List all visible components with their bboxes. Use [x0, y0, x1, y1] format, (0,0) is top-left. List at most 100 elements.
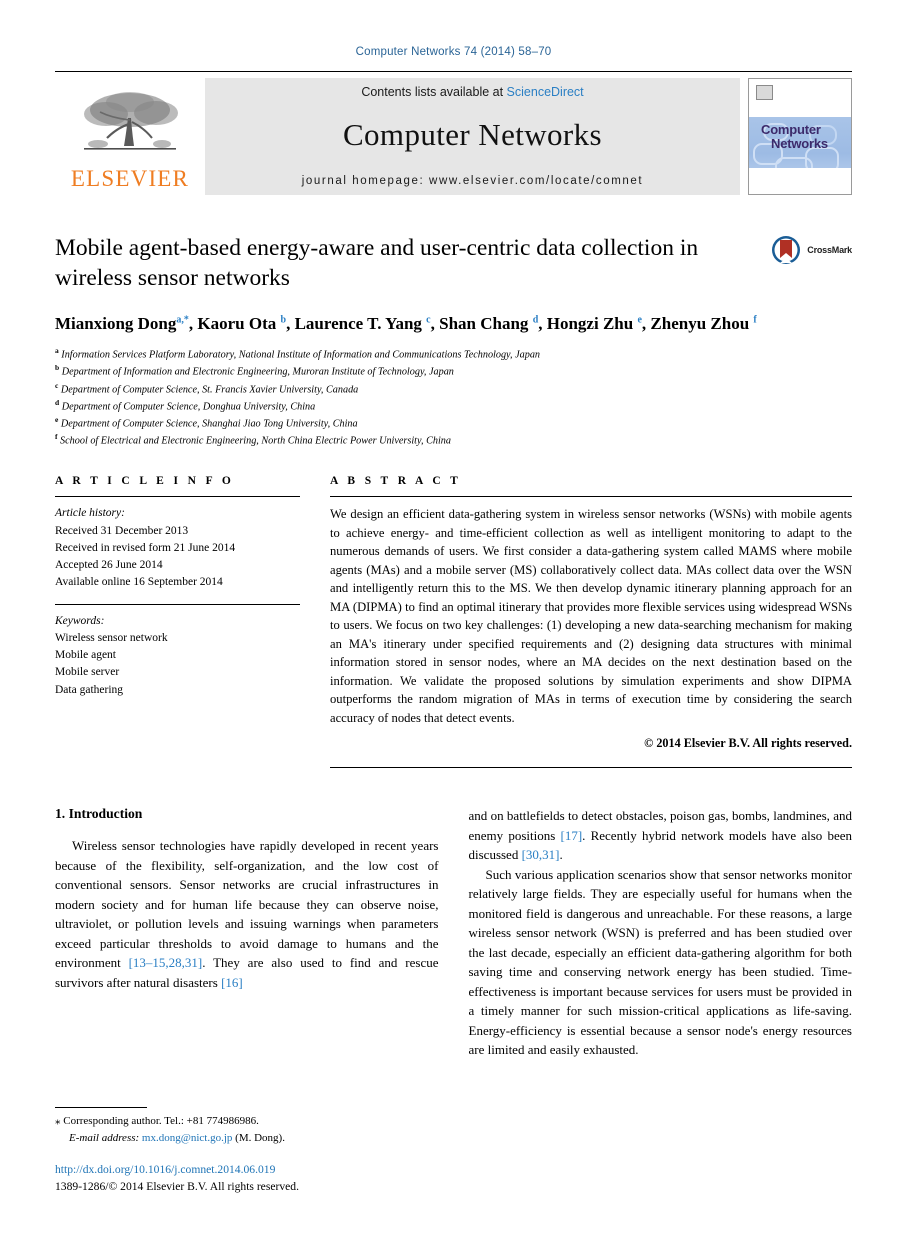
sciencedirect-link[interactable]: ScienceDirect	[507, 85, 584, 99]
cover-title-line1: Computer	[761, 122, 821, 137]
issn-copyright-line: 1389-1286/© 2014 Elsevier B.V. All right…	[55, 1180, 299, 1194]
author-sup: c	[426, 314, 431, 326]
citation-link[interactable]: [13–15,28,31]	[129, 955, 203, 970]
page-title: Mobile agent-based energy-aware and user…	[55, 235, 699, 292]
citation-link[interactable]: [16]	[221, 975, 243, 990]
author-item: Shan Chang d	[439, 314, 538, 333]
affiliation-text: Information Services Platform Laboratory…	[61, 349, 541, 361]
keyword-item: Mobile server	[55, 666, 120, 679]
abstract-body-wrap: We design an efficient data-gathering sy…	[330, 496, 852, 751]
elsevier-wordmark: ELSEVIER	[70, 165, 190, 191]
article-info-heading: A R T I C L E I N F O	[55, 475, 235, 488]
article-history-block: Article history: Received 31 December 20…	[55, 496, 300, 591]
article-history-item: Accepted 26 June 2014	[55, 559, 163, 572]
keyword-item: Wireless sensor network	[55, 631, 168, 644]
abstract-heading: A B S T R A C T	[330, 475, 462, 488]
affiliation-marker: a	[55, 346, 59, 356]
affiliation-item: c Department of Computer Science, St. Fr…	[55, 381, 852, 398]
affiliation-item: d Department of Computer Science, Donghu…	[55, 398, 852, 415]
author-name: Hongzi Zhu	[546, 314, 634, 334]
crossmark-badge[interactable]: CrossMark	[771, 235, 852, 265]
abstract-text: We design an efficient data-gathering sy…	[330, 507, 852, 725]
cover-title-line2: Networks	[771, 135, 828, 151]
affiliation-text: Department of Computer Science, St. Fran…	[60, 383, 359, 395]
author-sup: d	[532, 314, 539, 326]
intro-text-a: Wireless sensor technologies have rapidl…	[55, 838, 439, 971]
body-columns: 1. Introduction Wireless sensor technolo…	[55, 806, 852, 1060]
affiliation-text: Department of Computer Science, Donghua …	[61, 401, 316, 413]
author-name: Kaoru Ota	[197, 314, 277, 334]
email-label: E-mail address:	[69, 1131, 140, 1144]
keywords-block: Keywords: Wireless sensor network Mobile…	[55, 603, 300, 699]
article-history-item: Received in revised form 21 June 2014	[55, 541, 236, 554]
affiliation-text: Department of Information and Electronic…	[61, 366, 454, 378]
affiliation-text: School of Electrical and Electronic Engi…	[60, 435, 451, 447]
intro-paragraph-right-2: Such various application scenarios show …	[468, 866, 853, 1058]
author-list: Mianxiong Donga,*, Kaoru Ota b, Laurence…	[55, 314, 757, 334]
footnote-area: ⁎ Corresponding author. Tel.: +81 774986…	[55, 1107, 427, 1196]
section-title-introduction: 1. Introduction	[55, 806, 143, 822]
intro-paragraph-right-cont: and on battlefields to detect obstacles,…	[469, 806, 853, 865]
running-head: Computer Networks 74 (2014) 58–70	[355, 46, 552, 58]
affiliation-item: a Information Services Platform Laborato…	[55, 346, 852, 363]
author-sup: a,*	[176, 314, 189, 326]
author-name: Laurence T. Yang	[294, 314, 422, 334]
elsevier-tree-icon	[84, 91, 178, 150]
author-name: Shan Chang	[439, 314, 529, 334]
paper-page: Computer Networks 74 (2014) 58–70 ELSEVI…	[0, 0, 907, 1238]
doi-block: http://dx.doi.org/10.1016/j.comnet.2014.…	[55, 1162, 427, 1196]
contents-available-line: Contents lists available at ScienceDirec…	[361, 85, 583, 99]
affiliation-marker: b	[55, 363, 60, 373]
abstract-copyright: © 2014 Elsevier B.V. All rights reserved…	[644, 736, 852, 751]
author-item: Kaoru Ota b	[197, 314, 286, 333]
affiliation-marker: f	[55, 432, 58, 442]
email-suffix: (M. Dong).	[235, 1131, 285, 1144]
affiliation-item: e Department of Computer Science, Shangh…	[55, 415, 852, 432]
keyword-item: Mobile agent	[55, 649, 116, 662]
info-abstract-section: A R T I C L E I N F O Article history: R…	[55, 475, 852, 769]
affiliation-item: b Department of Information and Electron…	[55, 363, 852, 380]
journal-header-band: ELSEVIER Contents lists available at Sci…	[55, 71, 852, 199]
journal-header-center: Contents lists available at ScienceDirec…	[205, 78, 740, 195]
corresponding-text: Corresponding author. Tel.: +81 77498698…	[63, 1115, 259, 1128]
body-column-right: and on battlefields to detect obstacles,…	[469, 806, 853, 1060]
body-column-left: 1. Introduction Wireless sensor technolo…	[55, 806, 439, 1060]
keyword-item: Data gathering	[55, 683, 124, 696]
journal-cover-thumbnail: Computer Networks	[748, 78, 852, 195]
crossmark-label: CrossMark	[807, 245, 852, 255]
keywords-label: Keywords:	[55, 614, 105, 627]
affiliation-marker: d	[55, 397, 60, 407]
article-history-item: Received 31 December 2013	[55, 524, 189, 537]
cover-publisher-mark-icon	[756, 85, 773, 100]
corresponding-author-note: ⁎ Corresponding author. Tel.: +81 774986…	[55, 1113, 427, 1130]
article-history-item: Available online 16 September 2014	[55, 576, 223, 589]
article-info-column: A R T I C L E I N F O Article history: R…	[55, 475, 300, 768]
affiliation-marker: c	[55, 380, 59, 390]
contents-prefix: Contents lists available at	[361, 84, 507, 99]
intro-paragraph-left: Wireless sensor technologies have rapidl…	[55, 836, 439, 992]
author-sup: e	[637, 314, 642, 326]
author-item: Mianxiong Donga,*	[55, 314, 189, 333]
affiliation-marker: e	[55, 414, 59, 424]
corresponding-marker: ⁎	[55, 1115, 61, 1128]
email-note: E-mail address: mx.dong@nict.go.jp (M. D…	[55, 1130, 427, 1147]
intro-text-c: .	[559, 847, 563, 863]
citation-link[interactable]: [30,31]	[522, 847, 560, 862]
journal-homepage-line[interactable]: journal homepage: www.elsevier.com/locat…	[302, 175, 643, 187]
email-link[interactable]: mx.dong@nict.go.jp	[142, 1132, 233, 1144]
article-history-label: Article history:	[55, 507, 125, 520]
footnote-rule	[55, 1107, 147, 1109]
author-name: Zhenyu Zhou	[650, 314, 750, 334]
citation-link[interactable]: [17]	[560, 828, 582, 843]
author-name: Mianxiong Dong	[55, 314, 177, 334]
cover-footer	[749, 168, 851, 194]
author-sup: b	[280, 314, 287, 326]
affiliation-item: f School of Electrical and Electronic En…	[55, 432, 852, 449]
abstract-bottom-rule	[330, 767, 852, 769]
author-sup: f	[753, 314, 757, 326]
doi-link[interactable]: http://dx.doi.org/10.1016/j.comnet.2014.…	[55, 1162, 427, 1179]
affiliation-list: a Information Services Platform Laborato…	[55, 346, 852, 449]
elsevier-logo: ELSEVIER	[55, 72, 205, 199]
cover-title: Computer Networks	[761, 123, 828, 150]
journal-title: Computer Networks	[342, 116, 603, 152]
